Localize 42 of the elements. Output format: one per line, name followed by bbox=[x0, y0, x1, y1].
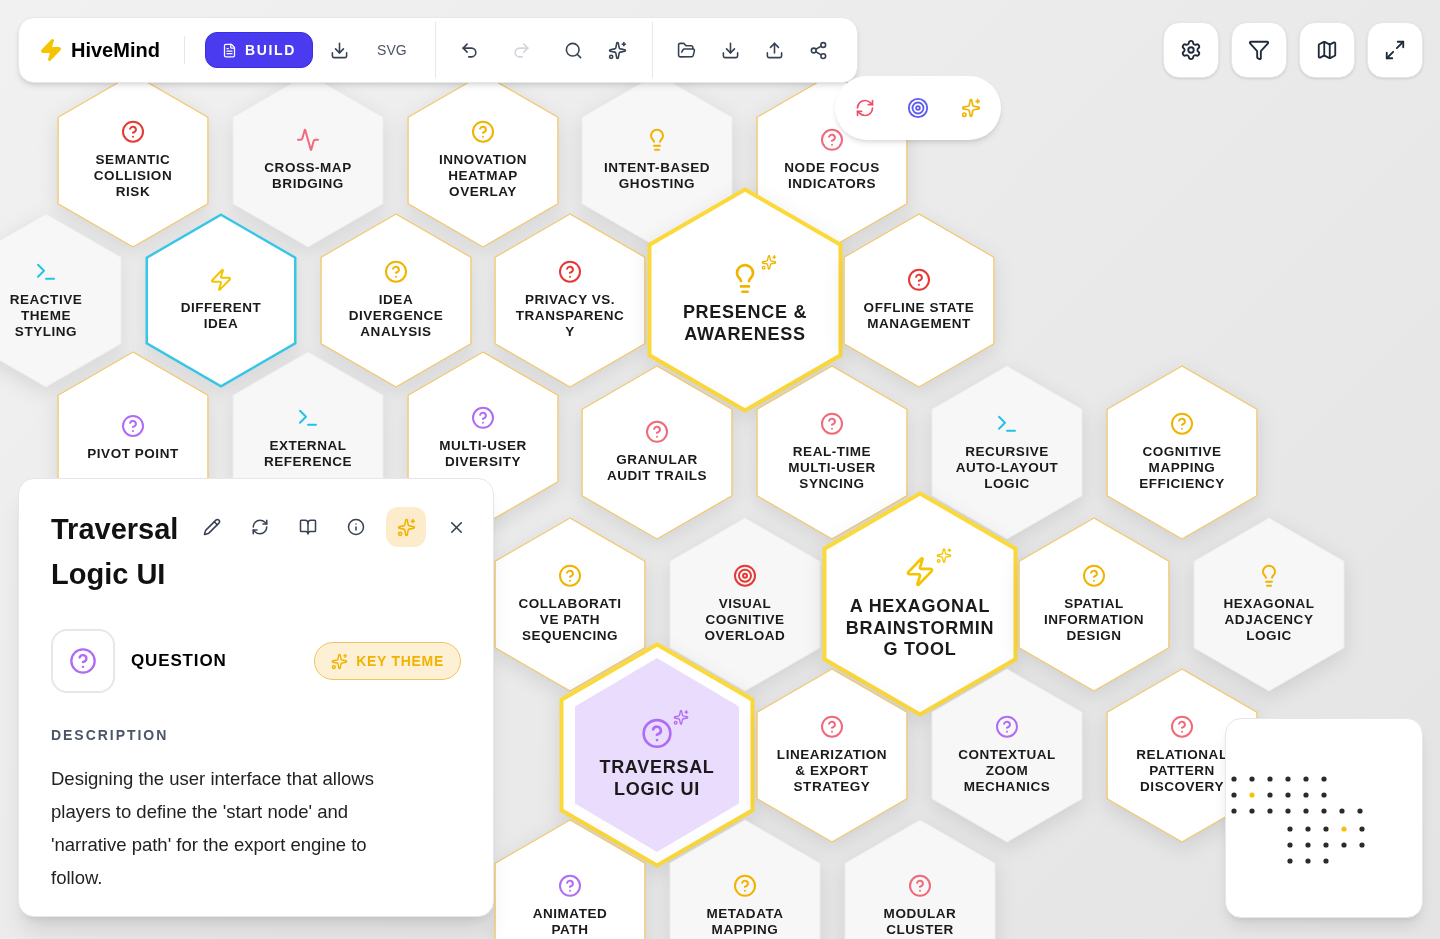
pencil-icon bbox=[203, 518, 222, 536]
sparkle-icon bbox=[608, 40, 628, 60]
ai-toggle-button[interactable] bbox=[386, 507, 427, 547]
question-icon bbox=[69, 647, 97, 675]
map-button[interactable] bbox=[1299, 22, 1355, 78]
type-label: QUESTION bbox=[131, 650, 227, 673]
refresh-icon bbox=[855, 98, 875, 118]
sparkle-icon bbox=[761, 254, 777, 271]
expand-icon bbox=[1384, 39, 1406, 61]
info-icon bbox=[347, 518, 366, 536]
lightning-icon bbox=[39, 38, 63, 62]
download-icon bbox=[721, 40, 741, 60]
sparkle-icon bbox=[961, 98, 981, 118]
book-icon bbox=[299, 518, 318, 536]
settings-button[interactable] bbox=[1163, 22, 1219, 78]
sparkle-icon bbox=[936, 547, 952, 564]
filter-button[interactable] bbox=[1231, 22, 1287, 78]
section-label: DESCRIPTION bbox=[51, 726, 170, 745]
map-icon bbox=[1316, 39, 1338, 61]
brand-name: HiveMind bbox=[71, 38, 160, 63]
download-icon bbox=[329, 40, 349, 60]
refresh-icon bbox=[251, 518, 270, 536]
search-icon bbox=[564, 40, 584, 60]
document-icon bbox=[221, 42, 237, 58]
description-text: Designing the user interface that allows players to define the 'start node' and 'narrative path' for the export engine to follow. bbox=[51, 767, 375, 890]
node-title: Traversal Logic UI bbox=[51, 512, 179, 592]
regenerate-button[interactable] bbox=[855, 98, 875, 118]
undo-icon bbox=[460, 40, 480, 60]
sparkle-icon bbox=[396, 517, 416, 537]
build-button[interactable]: BUILD bbox=[204, 32, 314, 68]
svg-button[interactable]: SVG bbox=[365, 32, 419, 68]
share-icon bbox=[809, 40, 829, 60]
folder-icon bbox=[677, 40, 697, 60]
sparkle-icon bbox=[673, 709, 689, 726]
filter-icon bbox=[1248, 39, 1270, 61]
upload-icon bbox=[765, 40, 785, 60]
focus-button[interactable] bbox=[907, 97, 929, 119]
settings-icon bbox=[1180, 39, 1202, 61]
target-icon bbox=[907, 97, 929, 119]
sparkle-icon bbox=[331, 652, 349, 670]
key-theme-badge: KEY THEME bbox=[314, 642, 461, 680]
fullscreen-button[interactable] bbox=[1367, 22, 1423, 78]
